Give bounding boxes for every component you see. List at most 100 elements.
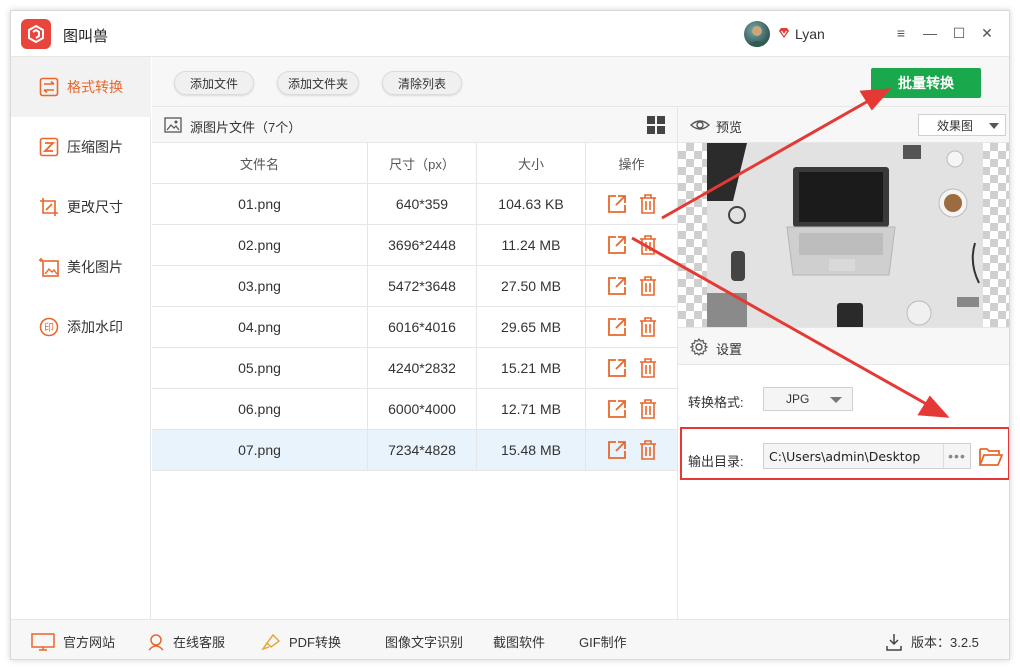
eye-icon [690,120,710,130]
pdf-link[interactable]: PDF转换 [261,632,341,651]
open-external-icon[interactable] [607,235,627,255]
screenshot-link[interactable]: 截图软件 [493,632,545,651]
clear-list-button[interactable]: 清除列表 [382,71,462,95]
website-link[interactable]: 官方网站 [31,632,115,651]
settings-title: 设置 [716,342,743,357]
maximize-button[interactable]: ☐ [949,23,969,43]
open-external-icon[interactable] [607,276,627,296]
svg-text:印: 印 [44,322,54,334]
format-value: JPG [786,392,810,406]
preview-header: 预览 效果图 [678,107,1009,143]
app-logo-icon [21,19,51,49]
avatar[interactable] [744,21,770,47]
format-label: 转换格式: [688,395,744,410]
sidebar-item-resize[interactable]: 更改尺寸 [11,177,151,237]
add-file-button[interactable]: 添加文件 [174,71,254,95]
minimize-button[interactable]: — [920,23,940,43]
ocr-label: 图像文字识别 [385,635,464,650]
download-icon [886,633,902,651]
gif-link[interactable]: GIF制作 [579,632,627,651]
preview-mode-select[interactable]: 效果图 [918,114,1006,136]
open-external-icon[interactable] [607,358,627,378]
file-actions [586,389,677,429]
table-row[interactable]: 04.png 6016*4016 29.65 MB [152,307,677,348]
trash-icon[interactable] [639,440,657,460]
batch-convert-button[interactable]: 批量转换 [871,68,981,98]
settings-header: 设置 [678,327,1009,365]
table-header: 文件名 尺寸（px） 大小 操作 [152,143,677,184]
trash-icon[interactable] [639,194,657,214]
version-info[interactable]: 版本：3.2.5 [885,632,979,651]
toolbar: 添加文件 添加文件夹 清除列表 批量转换 [152,57,1009,107]
output-label: 输出目录: [688,454,744,469]
file-dimensions: 640*359 [368,184,477,224]
open-external-icon[interactable] [607,194,627,214]
file-dimensions: 6016*4016 [368,307,477,347]
title-bar: 图叫兽 Lyan ≡ — ☐ ✕ [11,11,1009,57]
monitor-icon [31,632,55,651]
headset-icon [148,633,164,651]
table-row[interactable]: 05.png 4240*2832 15.21 MB [152,348,677,389]
watermark-icon: 印 [39,317,59,337]
output-directory-input[interactable]: C:\Users\admin\Desktop [763,443,971,469]
file-dimensions: 4240*2832 [368,348,477,388]
folder-open-icon[interactable] [978,446,1004,471]
chevron-down-icon [830,397,842,403]
file-size: 15.48 MB [477,430,586,470]
app-title: 图叫兽 [63,28,109,45]
file-size: 11.24 MB [477,225,586,265]
beautify-icon [39,258,59,277]
support-label: 在线客服 [173,635,226,650]
menu-icon[interactable]: ≡ [891,23,911,43]
trash-icon[interactable] [639,276,657,296]
grid-view-icon[interactable] [647,116,665,134]
format-select[interactable]: JPG [763,387,853,411]
table-row[interactable]: 03.png 5472*3648 27.50 MB [152,266,677,307]
table-row[interactable]: 06.png 6000*4000 12.71 MB [152,389,677,430]
files-header: 源图片文件（7个） [152,107,677,143]
trash-icon[interactable] [639,358,657,378]
sidebar-item-label: 更改尺寸 [67,199,123,215]
open-external-icon[interactable] [607,440,627,460]
open-external-icon[interactable] [607,399,627,419]
username[interactable]: Lyan [795,26,825,42]
version-label: 版本：3.2.5 [911,635,979,650]
table-row[interactable]: 07.png 7234*4828 15.48 MB [152,430,677,471]
sidebar-item-beautify[interactable]: 美化图片 [11,237,151,297]
file-name: 01.png [152,184,368,224]
file-name: 06.png [152,389,368,429]
table-row[interactable]: 02.png 3696*2448 11.24 MB [152,225,677,266]
gif-label: GIF制作 [579,635,627,650]
open-external-icon[interactable] [607,317,627,337]
file-name: 05.png [152,348,368,388]
trash-icon[interactable] [639,317,657,337]
file-actions [586,225,677,265]
trash-icon[interactable] [639,235,657,255]
image-icon [164,117,182,133]
support-link[interactable]: 在线客服 [147,632,225,651]
table-row[interactable]: 01.png 640*359 104.63 KB [152,184,677,225]
ocr-link[interactable]: 图像文字识别 [385,632,463,651]
sidebar-item-label: 压缩图片 [67,139,123,155]
browse-dots-button[interactable]: ••• [943,444,970,468]
sidebar-item-compress[interactable]: 压缩图片 [11,117,151,177]
column-header-actions: 操作 [618,156,645,172]
vip-diamond-icon [777,26,791,43]
file-actions [586,348,677,388]
brush-icon [261,633,281,650]
resize-icon [40,198,58,216]
sidebar-item-watermark[interactable]: 印 添加水印 [11,297,151,357]
trash-icon[interactable] [639,399,657,419]
pdf-label: PDF转换 [289,635,342,650]
add-folder-button[interactable]: 添加文件夹 [277,71,359,95]
website-label: 官方网站 [63,635,116,650]
sidebar-item-format-convert[interactable]: 格式转换 [11,57,151,117]
file-name: 07.png [152,430,368,470]
close-button[interactable]: ✕ [977,23,997,43]
file-size: 29.65 MB [477,307,586,347]
status-bar: 官方网站 在线客服 PDF转换 图像文字识别 截图软件 GIF制作 版本：3.2… [11,619,1009,659]
sidebar-item-label: 格式转换 [67,79,123,95]
column-header-dimensions: 尺寸（px） [368,143,477,183]
file-dimensions: 6000*4000 [368,389,477,429]
file-dimensions: 7234*4828 [368,430,477,470]
